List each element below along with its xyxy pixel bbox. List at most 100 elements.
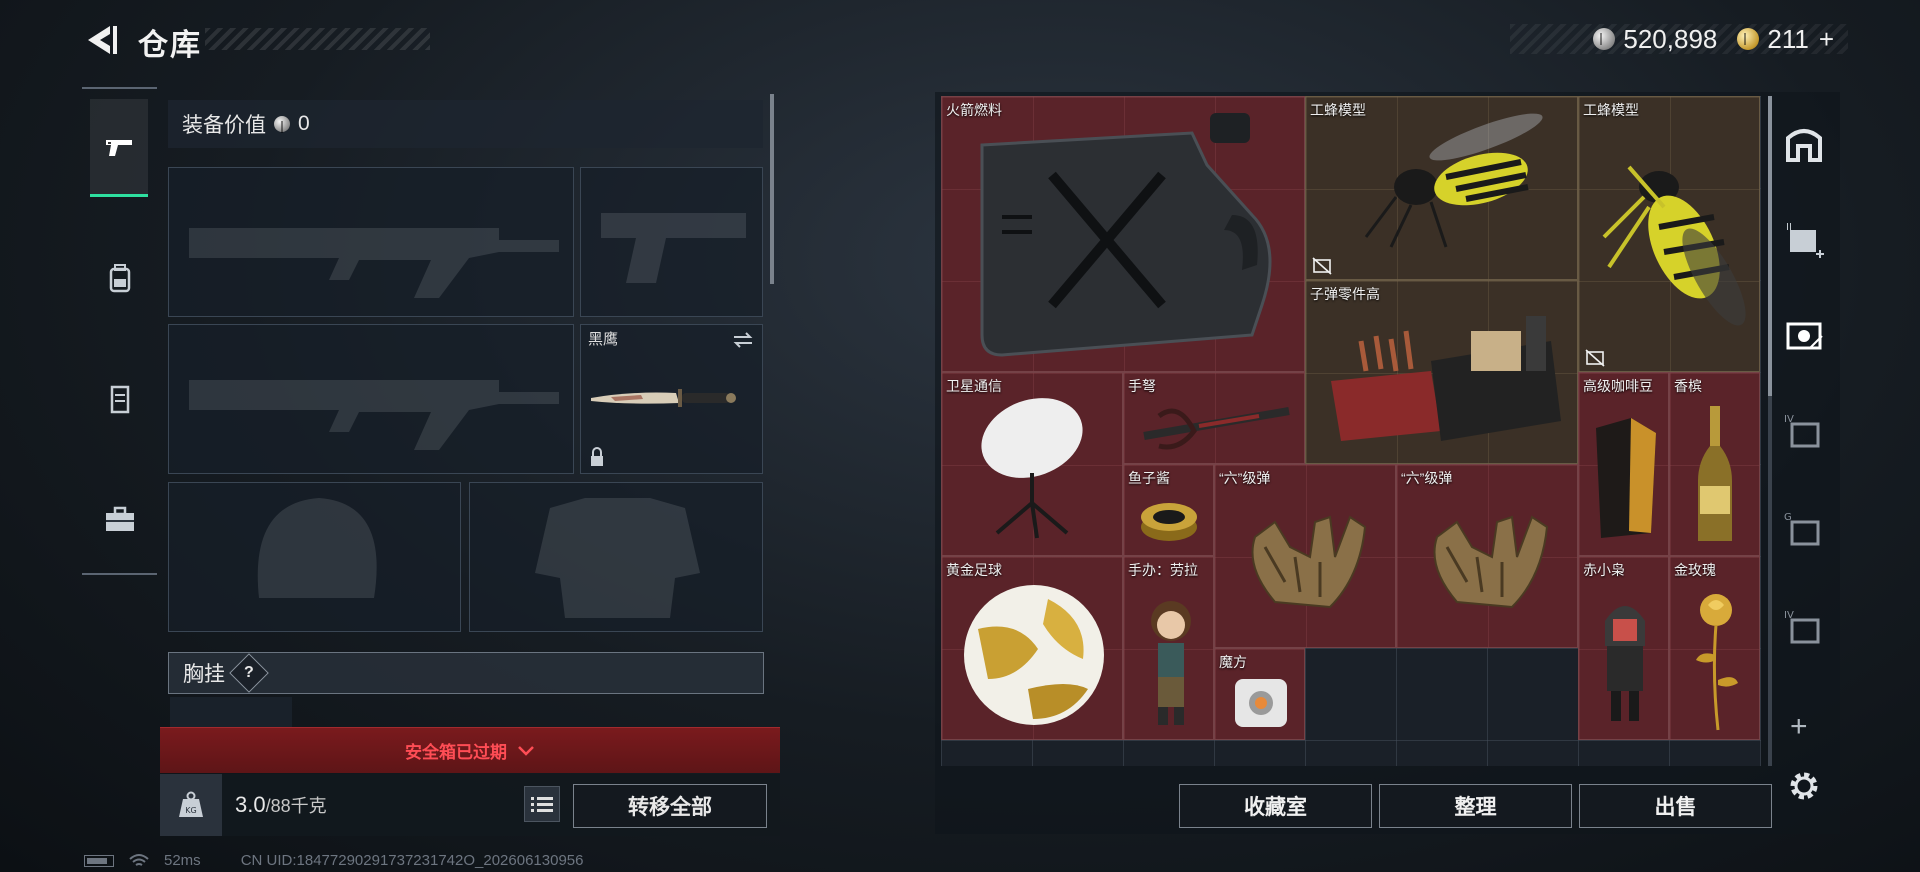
crossbow-icon — [1143, 407, 1290, 450]
stash-item-golden-rose[interactable]: 金玫瑰 — [1669, 556, 1760, 740]
pistol-icon — [106, 139, 132, 156]
add-stash-tab-button[interactable]: + — [1790, 710, 1808, 744]
sort-button[interactable]: 整理 — [1379, 784, 1572, 828]
stash-item-level-six-round[interactable]: “六”级弹 — [1214, 464, 1396, 648]
stash-item-rocket-fuel[interactable]: 火箭燃料 — [941, 96, 1305, 372]
rifle-silhouette-icon — [189, 228, 559, 298]
swap-arrows-icon[interactable] — [732, 331, 754, 349]
item-name: 高级咖啡豆 — [1583, 378, 1653, 394]
chest-rig-slot[interactable] — [170, 697, 292, 727]
equipment-value-bar: 装备价值 0 — [168, 100, 763, 148]
silver-coin-icon — [274, 116, 290, 133]
no-trade-icon — [1312, 257, 1332, 275]
stash-camera-icon[interactable] — [1782, 314, 1826, 358]
stash-item-ammo-parts[interactable]: 子弹零件高 — [1305, 280, 1578, 464]
item-name: 金玫瑰 — [1674, 562, 1716, 578]
wasp-model-icon — [1364, 113, 1543, 248]
figure-icon — [1151, 601, 1191, 725]
ammo-parts-icon — [1331, 316, 1561, 441]
weight-icon: KG — [179, 791, 203, 817]
list-view-button[interactable] — [524, 786, 560, 822]
chest-rig-header: 胸挂 ? — [168, 652, 764, 694]
transfer-all-button[interactable]: 转移全部 — [573, 784, 767, 828]
sell-button[interactable]: 出售 — [1579, 784, 1772, 828]
stash-item-caviar[interactable]: 鱼子酱 — [1123, 464, 1214, 556]
stash-g-icon[interactable]: G — [1782, 508, 1826, 552]
add-currency-button[interactable]: + — [1819, 24, 1834, 55]
stash-iv-b-icon[interactable]: IV — [1782, 606, 1826, 650]
weight-icon-box: KG — [160, 774, 222, 836]
item-name: “六”级弹 — [1401, 470, 1453, 486]
list-icon — [531, 797, 553, 812]
weight-current: 3.0 — [235, 792, 266, 817]
category-rail — [82, 87, 157, 575]
rail-tab-armor[interactable] — [82, 344, 157, 454]
item-name: 魔方 — [1219, 654, 1247, 670]
help-button[interactable]: ? — [229, 653, 269, 693]
helmet-slot[interactable] — [168, 482, 461, 632]
gold-currency-value: 211 — [1767, 23, 1809, 54]
stash-item-premium-coffee[interactable]: 高级咖啡豆 — [1578, 372, 1669, 556]
vest-icon — [110, 385, 129, 414]
red-owl-figure-icon — [1605, 606, 1645, 721]
rail-tab-backpack[interactable] — [82, 224, 157, 334]
backpack-icon — [109, 264, 130, 293]
melee-item-name: 黑鹰 — [588, 331, 619, 348]
silver-currency-value: 520,898 — [1623, 23, 1718, 54]
stash-grid: 火箭燃料 工蜂模型 工蜂模型 子弹零件高 卫星通信 手弩 鱼子酱 “六”级弹 “… — [941, 96, 1761, 766]
stash-item-cube[interactable]: 魔方 — [1214, 648, 1305, 740]
stash-tab-label: II — [1786, 222, 1792, 233]
safe-box-expired-banner[interactable]: 安全箱已过期 — [160, 727, 780, 773]
help-icon: ? — [244, 664, 254, 681]
collection-room-button[interactable]: 收藏室 — [1179, 784, 1372, 828]
stash-item-red-owl-figure[interactable]: 赤小枭 — [1578, 556, 1669, 740]
body-armor-slot[interactable] — [469, 482, 763, 632]
item-name: 赤小枭 — [1583, 562, 1625, 578]
stash-ii-icon[interactable]: II — [1782, 218, 1826, 262]
wifi-icon — [129, 853, 149, 866]
back-button[interactable] — [80, 22, 120, 58]
item-name: “六”级弹 — [1219, 470, 1271, 486]
caviar-tin-icon — [1141, 503, 1197, 541]
coffee-bag-icon — [1596, 418, 1656, 538]
primary-weapon-slot-1[interactable] — [168, 167, 574, 317]
stash-item-hand-crossbow[interactable]: 手弩 — [1123, 372, 1305, 464]
silver-coin-icon — [1593, 28, 1616, 50]
stash-item-figure-lara[interactable]: 手办：劳拉 — [1123, 556, 1214, 740]
gear-icon[interactable] — [1786, 768, 1822, 804]
helmet-silhouette-icon — [257, 498, 377, 598]
wasp-model-icon — [1602, 165, 1746, 326]
stash-scrollbar-thumb[interactable] — [1768, 96, 1772, 396]
player-uid: CN UID:18477290291737231742O_20260613095… — [240, 852, 584, 869]
lock-icon — [591, 447, 603, 466]
pistol-silhouette-icon — [601, 213, 746, 283]
page-title: 仓库 — [138, 29, 202, 62]
safe-box-status: 安全箱已过期 — [405, 743, 507, 762]
item-name: 手办：劳拉 — [1128, 562, 1198, 578]
item-name: 黄金足球 — [946, 562, 1002, 578]
rail-tab-weapons[interactable] — [90, 99, 148, 197]
primary-weapon-slot-2[interactable] — [168, 324, 574, 474]
stash-main-icon[interactable] — [1782, 120, 1826, 164]
jerrycan-icon — [980, 113, 1272, 357]
stash-iv-icon[interactable]: IV — [1782, 410, 1826, 454]
rail-tab-case[interactable] — [82, 464, 157, 574]
equipment-value-label: 装备价值 — [182, 114, 266, 137]
stash-item-satellite-comms[interactable]: 卫星通信 — [941, 372, 1123, 556]
item-name: 香槟 — [1674, 378, 1702, 394]
battery-icon — [84, 854, 114, 867]
equipment-value: 0 — [298, 112, 310, 135]
stash-item-golden-football[interactable]: 黄金足球 — [941, 556, 1123, 740]
bullet-hand-icon — [1433, 515, 1549, 609]
sidearm-slot[interactable] — [580, 167, 763, 317]
stash-item-level-six-round[interactable]: “六”级弹 — [1396, 464, 1578, 648]
golden-rose-icon — [1696, 594, 1738, 731]
stash-item-wasp-model[interactable]: 工蜂模型 — [1305, 96, 1578, 280]
cube-companion-icon — [1235, 679, 1287, 727]
chevron-down-icon — [518, 745, 534, 756]
stash-item-wasp-model[interactable]: 工蜂模型 — [1578, 96, 1760, 372]
back-arrow-icon — [88, 26, 117, 54]
rifle-silhouette-icon — [189, 380, 559, 450]
loadout-scrollbar[interactable] — [770, 94, 774, 284]
stash-item-champagne[interactable]: 香槟 — [1669, 372, 1760, 556]
